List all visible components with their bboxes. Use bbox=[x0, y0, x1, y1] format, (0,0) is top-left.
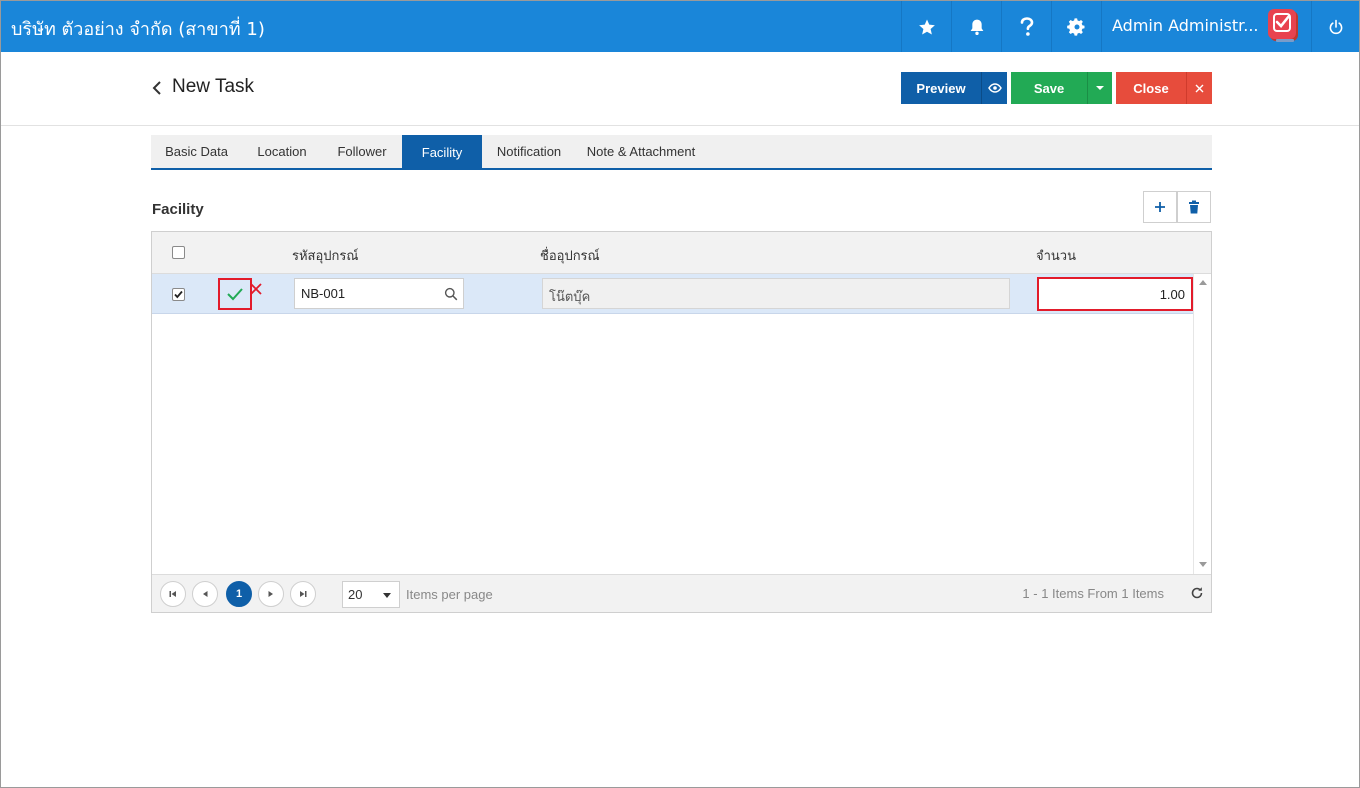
last-page-button[interactable] bbox=[290, 581, 316, 607]
tab-notification[interactable]: Notification bbox=[482, 135, 576, 168]
grid-header: รหัสอุปกรณ์ ชื่ออุปกรณ์ จำนวน bbox=[152, 232, 1211, 274]
next-page-icon bbox=[268, 591, 273, 597]
cancel-row-icon[interactable] bbox=[249, 281, 263, 299]
power-icon bbox=[1329, 19, 1342, 34]
check-icon bbox=[227, 288, 243, 301]
table-row: NB-001 โน๊ตบุ๊ค 1.00 bbox=[152, 274, 1193, 314]
logout-button[interactable] bbox=[1311, 1, 1359, 52]
preview-eye-button[interactable] bbox=[981, 72, 1007, 104]
caret-down-icon bbox=[383, 593, 391, 598]
first-page-icon bbox=[169, 591, 176, 597]
page-size-select[interactable]: 20 bbox=[342, 581, 400, 608]
page-size-value: 20 bbox=[348, 587, 363, 602]
tab-follower[interactable]: Follower bbox=[322, 135, 402, 168]
page-header: New Task Preview Save Close bbox=[1, 52, 1359, 126]
top-bar: บริษัท ตัวอย่าง จำกัด (สาขาที่ 1) Admin … bbox=[1, 1, 1359, 52]
check-mark-icon bbox=[174, 290, 183, 299]
preview-button[interactable]: Preview bbox=[901, 72, 981, 104]
close-icon bbox=[1195, 84, 1204, 92]
bell-icon bbox=[970, 19, 983, 35]
prev-page-button[interactable] bbox=[192, 581, 218, 607]
save-dropdown-button[interactable] bbox=[1087, 72, 1112, 104]
settings-button[interactable] bbox=[1051, 1, 1101, 52]
delete-row-button[interactable] bbox=[1177, 191, 1211, 223]
next-page-button[interactable] bbox=[258, 581, 284, 607]
pager-info: 1 - 1 Items From 1 Items bbox=[1022, 586, 1164, 601]
confirm-row-button[interactable] bbox=[218, 278, 252, 310]
close-button[interactable]: Close bbox=[1116, 72, 1186, 104]
prev-page-icon bbox=[203, 591, 208, 597]
tab-bar: Basic Data Location Follower Facility No… bbox=[151, 135, 1212, 170]
tab-note-attachment[interactable]: Note & Attachment bbox=[576, 135, 706, 168]
column-header-qty[interactable]: จำนวน bbox=[1036, 245, 1076, 266]
equipment-code-input[interactable]: NB-001 bbox=[294, 278, 464, 309]
notifications-button[interactable] bbox=[951, 1, 1001, 52]
eye-icon bbox=[987, 83, 1002, 93]
section-title: Facility bbox=[152, 201, 204, 218]
help-button[interactable] bbox=[1001, 1, 1051, 52]
last-page-icon bbox=[300, 591, 307, 597]
column-header-code[interactable]: รหัสอุปกรณ์ bbox=[292, 245, 358, 266]
close-x-button[interactable] bbox=[1186, 72, 1212, 104]
avatar bbox=[1268, 9, 1298, 42]
caret-down-icon bbox=[1096, 86, 1104, 90]
refresh-icon[interactable] bbox=[1190, 586, 1204, 600]
scroll-up-icon[interactable] bbox=[1199, 280, 1207, 285]
page-title: New Task bbox=[172, 76, 255, 97]
tab-basic-data[interactable]: Basic Data bbox=[151, 135, 242, 168]
tab-facility[interactable]: Facility bbox=[402, 135, 482, 169]
facility-grid: รหัสอุปกรณ์ ชื่ออุปกรณ์ จำนวน NB-001 โน๊… bbox=[151, 231, 1212, 613]
items-per-page-label: Items per page bbox=[406, 587, 493, 602]
tab-location[interactable]: Location bbox=[242, 135, 322, 168]
pager: 1 20 Items per page 1 - 1 Items From 1 I… bbox=[152, 574, 1211, 612]
user-menu[interactable]: Admin Administr... bbox=[1101, 1, 1311, 52]
column-header-name[interactable]: ชื่ออุปกรณ์ bbox=[540, 245, 600, 266]
equipment-name-field: โน๊ตบุ๊ค bbox=[542, 278, 1010, 309]
select-all-checkbox[interactable] bbox=[172, 246, 185, 259]
first-page-button[interactable] bbox=[160, 581, 186, 607]
back-icon[interactable] bbox=[151, 79, 163, 97]
row-checkbox[interactable] bbox=[172, 288, 185, 301]
search-icon[interactable] bbox=[444, 287, 458, 301]
quantity-input[interactable]: 1.00 bbox=[1037, 277, 1193, 311]
help-icon bbox=[1020, 16, 1033, 36]
plus-icon bbox=[1155, 202, 1165, 212]
current-page-button[interactable]: 1 bbox=[226, 581, 252, 607]
favorites-button[interactable] bbox=[901, 1, 951, 52]
user-name: Admin Administr... bbox=[1112, 16, 1259, 35]
vertical-scrollbar[interactable] bbox=[1193, 274, 1211, 574]
trash-icon bbox=[1189, 200, 1199, 214]
company-name: บริษัท ตัวอย่าง จำกัด (สาขาที่ 1) bbox=[11, 19, 265, 40]
save-button[interactable]: Save bbox=[1011, 72, 1087, 104]
gear-icon bbox=[1066, 17, 1084, 36]
add-row-button[interactable] bbox=[1143, 191, 1177, 223]
scroll-down-icon[interactable] bbox=[1199, 562, 1207, 567]
star-icon bbox=[918, 19, 935, 34]
